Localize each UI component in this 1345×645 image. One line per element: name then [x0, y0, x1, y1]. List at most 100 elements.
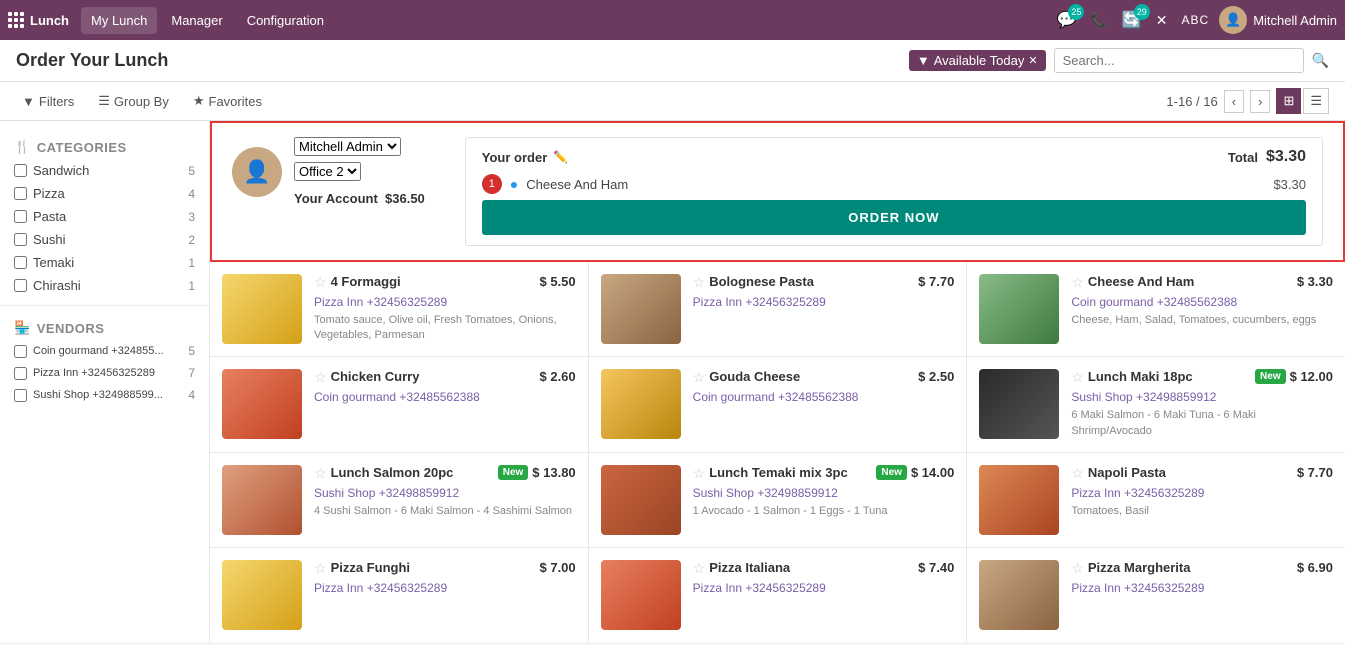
food-name: Lunch Maki 18pc — [1088, 369, 1251, 384]
filter-tag-label: Available Today — [934, 53, 1025, 68]
phone-icon[interactable]: 📞 — [1086, 8, 1111, 33]
chirashi-checkbox[interactable] — [14, 279, 27, 292]
food-card[interactable]: ☆Bolognese Pasta$ 7.70Pizza Inn +3245632… — [589, 262, 967, 356]
sidebar-item-pizza[interactable]: Pizza 4 — [0, 182, 209, 205]
filters-label: Filters — [39, 94, 74, 109]
food-image — [601, 465, 681, 535]
food-price: $ 7.40 — [918, 560, 954, 575]
favorite-star-icon[interactable]: ☆ — [693, 560, 706, 577]
favorite-star-icon[interactable]: ☆ — [693, 274, 706, 291]
food-card[interactable]: ☆Gouda Cheese$ 2.50 Coin gourmand +324855… — [589, 357, 967, 451]
temaki-checkbox[interactable] — [14, 256, 27, 269]
food-card-top: ☆Pizza Funghi$ 7.00 — [314, 560, 576, 577]
sidebar-item-coin-gourmand[interactable]: Coin gourmand +324855... 5 — [0, 340, 209, 362]
next-page-button[interactable]: › — [1250, 90, 1270, 113]
sidebar-item-sushi-shop[interactable]: Sushi Shop +324988599... 4 — [0, 384, 209, 406]
food-info: ☆Pizza Italiana$ 7.40Pizza Inn +32456325… — [693, 560, 955, 630]
search-input[interactable] — [1054, 48, 1304, 73]
food-card-top: ☆Lunch Maki 18pcNew$ 12.00 — [1071, 369, 1333, 386]
food-card-top: ☆Bolognese Pasta$ 7.70 — [693, 274, 955, 291]
order-item-price: $3.30 — [1273, 177, 1306, 192]
close-icon[interactable]: ✕ — [1152, 8, 1172, 33]
food-card[interactable]: ☆Pizza Italiana$ 7.40Pizza Inn +32456325… — [589, 548, 967, 642]
app-logo[interactable]: Lunch — [8, 12, 69, 28]
order-profile: 👤 Mitchell Admin Office 2 — [232, 137, 425, 206]
food-desc: Cheese, Ham, Salad, Tomatoes, cucumbers,… — [1071, 313, 1333, 328]
sidebar-item-chirashi[interactable]: Chirashi 1 — [0, 274, 209, 297]
user-select[interactable]: Mitchell Admin — [294, 137, 401, 156]
groupby-button[interactable]: ☰ Group By — [92, 89, 175, 113]
food-card[interactable]: ☆4 Formaggi$ 5.50Pizza Inn +32456325289T… — [210, 262, 588, 356]
food-card-top: ☆Gouda Cheese$ 2.50 — [693, 369, 955, 386]
sidebar-item-pizza-inn[interactable]: Pizza Inn +32456325289 7 — [0, 362, 209, 384]
favorites-button[interactable]: ★ Favorites — [187, 89, 268, 113]
food-price: $ 5.50 — [540, 274, 576, 289]
favorite-star-icon[interactable]: ☆ — [314, 274, 327, 291]
food-vendor: Coin gourmand +32485562388 — [693, 390, 955, 404]
sidebar-item-sandwich[interactable]: Sandwich 5 — [0, 159, 209, 182]
grid-view-button[interactable]: ⊞ — [1276, 88, 1301, 114]
sidebar-item-pasta[interactable]: Pasta 3 — [0, 205, 209, 228]
pasta-checkbox[interactable] — [14, 210, 27, 223]
food-price: $ 6.90 — [1297, 560, 1333, 575]
favorite-star-icon[interactable]: ☆ — [314, 560, 327, 577]
coin-gourmand-checkbox[interactable] — [14, 345, 27, 358]
favorite-star-icon[interactable]: ☆ — [1071, 560, 1084, 577]
food-card[interactable]: ☆Lunch Temaki mix 3pcNew$ 14.00Sushi Sho… — [589, 453, 967, 547]
food-card[interactable]: ☆Chicken Curry$ 2.60Coin gourmand +32485… — [210, 357, 588, 451]
food-desc: Tomatoes, Basil — [1071, 504, 1333, 519]
profile-name-select[interactable]: Mitchell Admin — [294, 137, 425, 156]
food-card[interactable]: ☆Lunch Maki 18pcNew$ 12.00Sushi Shop +32… — [967, 357, 1345, 451]
profile-info: Mitchell Admin Office 2 Your Account $36… — [294, 137, 425, 206]
view-toggle: ⊞ ☰ — [1276, 88, 1329, 114]
pizza-checkbox[interactable] — [14, 187, 27, 200]
favorite-star-icon[interactable]: ☆ — [693, 465, 706, 482]
nav-manager[interactable]: Manager — [161, 7, 232, 34]
favorite-star-icon[interactable]: ☆ — [693, 369, 706, 386]
food-card-top: ☆Pizza Italiana$ 7.40 — [693, 560, 955, 577]
order-now-button[interactable]: ORDER NOW — [482, 200, 1306, 235]
food-vendor: Pizza Inn +32456325289 — [314, 295, 576, 309]
sidebar-item-temaki[interactable]: Temaki 1 — [0, 251, 209, 274]
edit-icon[interactable]: ✏️ — [553, 150, 568, 164]
food-card[interactable]: ☆Cheese And Ham$ 3.30Coin gourmand +3248… — [967, 262, 1345, 356]
favorite-star-icon[interactable]: ☆ — [314, 369, 327, 386]
profile-location-select[interactable]: Office 2 — [294, 162, 425, 181]
filter-icon: ▼ — [22, 94, 35, 109]
food-vendor: Pizza Inn +32456325289 — [1071, 581, 1333, 595]
search-icon[interactable]: 🔍 — [1312, 52, 1329, 69]
nav-configuration[interactable]: Configuration — [237, 7, 334, 34]
prev-page-button[interactable]: ‹ — [1224, 90, 1244, 113]
groupby-label: Group By — [114, 94, 169, 109]
order-header: Your order ✏️ Total $3.30 — [482, 148, 1306, 166]
sidebar-divider — [0, 305, 209, 306]
filter-tag-close[interactable]: ✕ — [1028, 54, 1037, 67]
food-card[interactable]: ☆Napoli Pasta$ 7.70Pizza Inn +3245632528… — [967, 453, 1345, 547]
sushi-checkbox[interactable] — [14, 233, 27, 246]
activity-icon[interactable]: 🔄 29 — [1118, 6, 1146, 34]
list-view-button[interactable]: ☰ — [1303, 88, 1329, 114]
user-menu[interactable]: 👤 Mitchell Admin — [1219, 6, 1337, 34]
food-info: ☆Napoli Pasta$ 7.70Pizza Inn +3245632528… — [1071, 465, 1333, 535]
nav-my-lunch[interactable]: My Lunch — [81, 7, 157, 34]
order-item-qty: 1 — [482, 174, 502, 194]
favorite-star-icon[interactable]: ☆ — [1071, 465, 1084, 482]
food-card[interactable]: ☆Pizza Funghi$ 7.00Pizza Inn +3245632528… — [210, 548, 588, 642]
sushi-shop-checkbox[interactable] — [14, 389, 27, 402]
favorite-star-icon[interactable]: ☆ — [314, 465, 327, 482]
filter-tag[interactable]: ▼ Available Today ✕ — [909, 50, 1046, 71]
total-section: Total $3.30 — [1228, 148, 1306, 166]
notifications-icon[interactable]: 💬 25 — [1052, 6, 1080, 34]
sidebar-item-sushi[interactable]: Sushi 2 — [0, 228, 209, 251]
order-summary: Your order ✏️ Total $3.30 1 ● Cheese And… — [465, 137, 1323, 246]
food-image — [601, 274, 681, 344]
location-select[interactable]: Office 2 — [294, 162, 361, 181]
grid-icon — [8, 12, 24, 28]
pizza-inn-checkbox[interactable] — [14, 367, 27, 380]
sandwich-checkbox[interactable] — [14, 164, 27, 177]
food-card[interactable]: ☆Pizza Margherita$ 6.90Pizza Inn +324563… — [967, 548, 1345, 642]
favorite-star-icon[interactable]: ☆ — [1071, 274, 1084, 291]
food-card[interactable]: ☆Lunch Salmon 20pcNew$ 13.80Sushi Shop +… — [210, 453, 588, 547]
favorite-star-icon[interactable]: ☆ — [1071, 369, 1084, 386]
filters-button[interactable]: ▼ Filters — [16, 90, 80, 113]
